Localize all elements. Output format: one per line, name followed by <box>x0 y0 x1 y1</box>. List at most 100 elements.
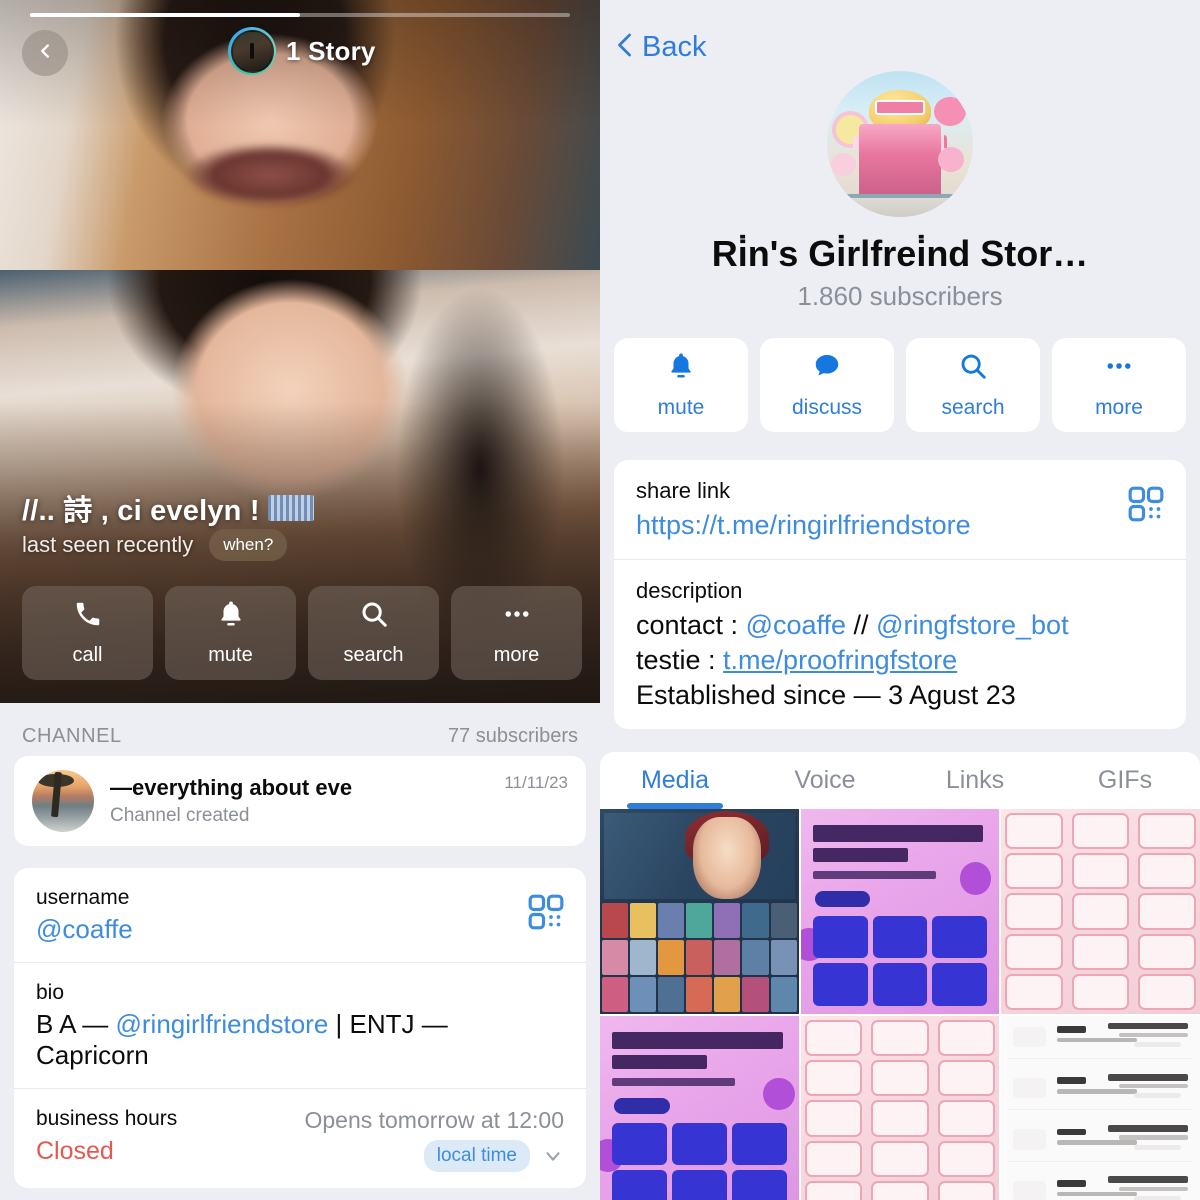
channel-card[interactable]: —everything about eve Channel created 11… <box>14 756 586 846</box>
channel-avatar <box>32 770 94 832</box>
profile-name-text: //.. 詩 , ci evelyn ! <box>22 495 260 527</box>
username-block[interactable]: username @coaffe <box>14 868 586 962</box>
search-label: search <box>343 644 404 666</box>
media-tabs: Media Voice Links GIFs <box>600 752 1200 809</box>
last-seen-label: last seen recently <box>22 532 194 557</box>
channel-info-card: share link https://t.me/ringirlfriendsto… <box>614 460 1186 730</box>
channel-subtitle: Channel created <box>110 805 250 826</box>
app-screen: 1 Story //.. 詩 , ci evelyn ! last seen r… <box>0 0 1200 1200</box>
contact-prefix: contact : <box>636 610 746 641</box>
media-grid <box>600 809 1200 1200</box>
share-link-block[interactable]: share link https://t.me/ringirlfriendsto… <box>614 460 1186 559</box>
bio-label: bio <box>36 980 65 1004</box>
media-panel: Media Voice Links GIFs <box>600 752 1200 1200</box>
phone-icon <box>73 599 103 634</box>
bell-icon <box>216 599 246 634</box>
unsupported-glyph-icon <box>267 495 314 521</box>
tab-media[interactable]: Media <box>600 766 750 809</box>
back-label: Back <box>642 31 707 63</box>
back-button[interactable] <box>22 30 68 76</box>
description-value: contact : @coaffe // @ringfstore_bot tes… <box>636 608 1164 713</box>
right-channel-panel: Back Ri̇n's Gi̇rlfrei̇nd Stor… 1.860 sub… <box>600 0 1200 1200</box>
ellipsis-icon <box>1104 351 1134 386</box>
chevron-left-icon <box>34 40 56 67</box>
search-icon <box>958 351 988 386</box>
call-label: call <box>72 644 103 666</box>
tab-gifs[interactable]: GIFs <box>1050 766 1200 809</box>
more-button[interactable]: more <box>451 586 582 680</box>
local-time-chip[interactable]: local time <box>423 1140 530 1173</box>
profile-action-bar: call mute search more <box>22 586 582 680</box>
subscriber-count: 1.860 subscribers <box>797 281 1003 311</box>
story-progress-bar[interactable] <box>30 13 570 17</box>
profile-status-row: last seen recently when? <box>22 529 288 561</box>
page-title: Ri̇n's Gi̇rlfrei̇nd Stor… <box>711 233 1089 274</box>
mute-label: mute <box>208 644 253 666</box>
username-label: username <box>36 886 130 909</box>
testie-prefix: testie : <box>636 645 724 676</box>
mute-label: mute <box>657 395 705 419</box>
description-line-testie: testie : t.me/proofringfstore <box>636 643 1164 678</box>
business-hours-status: Closed <box>36 1137 114 1166</box>
bio-link[interactable]: @ringirlfriendstore <box>116 1009 329 1039</box>
tab-voice[interactable]: Voice <box>750 766 900 809</box>
profile-info-card: username @coaffe bio B A — @ringirlfrien… <box>14 868 586 1189</box>
bio-prefix: B A — <box>36 1008 116 1039</box>
share-link-value[interactable]: https://t.me/ringirlfriendstore <box>636 508 1164 543</box>
channel-avatar[interactable] <box>827 71 973 217</box>
tab-links[interactable]: Links <box>900 766 1050 809</box>
contact-link-2[interactable]: @ringfstore_bot <box>876 610 1069 640</box>
discuss-button[interactable]: discuss <box>760 338 894 432</box>
mute-button[interactable]: mute <box>614 338 748 432</box>
media-item-price-list-pink[interactable] <box>1001 809 1200 1014</box>
username-value[interactable]: @coaffe <box>36 914 564 946</box>
business-hours-opens: Opens tomorrow at 12:00 <box>304 1107 564 1134</box>
qr-code-icon[interactable] <box>526 892 566 932</box>
business-hours-left: business hours Closed <box>36 1107 177 1166</box>
testie-link[interactable]: t.me/proofringfstore <box>723 645 957 675</box>
channel-date: 11/11/23 <box>504 773 568 792</box>
channel-subscriber-count: 77 subscribers <box>447 725 578 747</box>
profile-name: //.. 詩 , ci evelyn ! <box>22 487 314 529</box>
business-hours-right: Opens tomorrow at 12:00 local time <box>304 1107 564 1173</box>
search-button[interactable]: search <box>906 338 1040 432</box>
bio-value: B A — @ringirlfriendstore | ENTJ — Capri… <box>36 1009 564 1072</box>
call-button[interactable]: call <box>22 586 153 680</box>
description-block: description contact : @coaffe // @ringfs… <box>614 559 1186 729</box>
discuss-label: discuss <box>791 395 863 419</box>
chevron-down-icon[interactable] <box>542 1145 564 1167</box>
left-profile-panel: 1 Story //.. 詩 , ci evelyn ! last seen r… <box>0 0 600 1200</box>
channel-title: —everything about eve <box>110 775 353 800</box>
media-item-transaction-receipts[interactable] <box>1001 1016 1200 1200</box>
channel-text: —everything about eve Channel created <box>110 775 488 827</box>
search-button[interactable]: search <box>308 586 439 680</box>
business-hours-label: business hours <box>36 1107 178 1131</box>
ellipsis-icon <box>502 599 532 634</box>
share-link-label: share link <box>636 478 731 503</box>
channel-header-label: CHANNEL <box>22 725 122 747</box>
back-nav[interactable]: Back <box>600 0 1200 65</box>
chevron-left-icon <box>614 30 636 65</box>
contact-link-1[interactable]: @coaffe <box>746 610 846 640</box>
more-label: more <box>1095 395 1143 419</box>
mute-button[interactable]: mute <box>165 586 296 680</box>
channel-action-bar: mute discuss search more <box>600 312 1200 432</box>
story-indicator[interactable]: 1 Story <box>228 27 376 75</box>
media-item-game-roster[interactable] <box>600 809 799 1014</box>
channel-list-item[interactable]: —everything about eve Channel created 11… <box>14 756 586 846</box>
media-item-price-list-purple-2[interactable] <box>600 1016 799 1200</box>
media-item-price-list-pink-2[interactable] <box>800 1016 1000 1200</box>
qr-code-icon[interactable] <box>1126 484 1166 524</box>
chat-bubble-icon <box>812 351 842 386</box>
channel-section-header: CHANNEL 77 subscribers <box>0 703 600 756</box>
media-item-price-list-purple[interactable] <box>800 809 1000 1014</box>
more-label: more <box>493 644 540 666</box>
description-line-established: Established since — 3 Agust 23 <box>636 680 1016 711</box>
when-badge[interactable]: when? <box>209 529 288 561</box>
story-hero: 1 Story //.. 詩 , ci evelyn ! last seen r… <box>0 0 600 703</box>
business-hours-block[interactable]: business hours Closed Opens tomorrow at … <box>14 1088 586 1188</box>
search-label: search <box>941 395 1005 419</box>
more-button[interactable]: more <box>1052 338 1186 432</box>
bell-icon <box>666 351 696 386</box>
contact-separator: // <box>846 610 877 641</box>
